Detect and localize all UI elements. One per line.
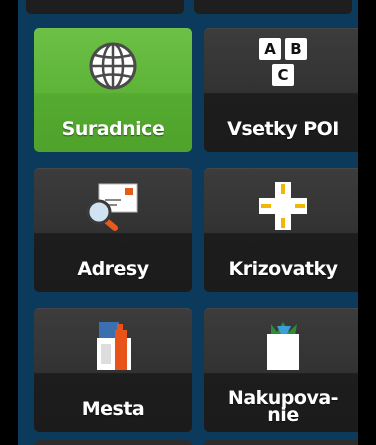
tile-partial-top-right[interactable] <box>194 0 352 14</box>
abc-blocks-icon: A B C <box>255 36 311 96</box>
tile-suradnice[interactable]: Suradnice <box>34 28 192 152</box>
crossroads-icon <box>259 182 307 230</box>
tile-label: Adresy <box>77 258 149 280</box>
tile-partial-top-left[interactable] <box>26 0 184 14</box>
tile-mesta[interactable]: Mesta <box>34 308 192 432</box>
envelope-magnifier-icon <box>86 183 138 231</box>
tile-label: Suradnice <box>61 118 165 140</box>
tile-krizovatky[interactable]: Krizovatky <box>204 168 358 292</box>
tile-label-line2: nie <box>267 404 299 426</box>
globe-icon <box>89 42 137 90</box>
tile-label: Vsetky POI <box>227 118 339 140</box>
tile-nakupovanie[interactable]: Nakupova- nie <box>204 308 358 432</box>
tile-label: Krizovatky <box>228 258 338 280</box>
shopping-bag-icon <box>267 322 299 370</box>
block-c: C <box>272 64 294 86</box>
tile-vsetky-poi[interactable]: A B C Vsetky POI <box>204 28 358 152</box>
block-b: B <box>285 38 307 60</box>
tile-partial-bottom-left[interactable] <box>34 440 192 445</box>
block-a: A <box>259 38 281 60</box>
tile-label: Nakupova- nie <box>208 389 358 426</box>
search-category-menu: Suradnice A B C Vsetky POI Adresy Krizov… <box>18 0 358 445</box>
tile-adresy[interactable]: Adresy <box>34 168 192 292</box>
tile-partial-bottom-right[interactable] <box>204 440 358 445</box>
city-buildings-icon <box>97 322 131 370</box>
tile-label: Mesta <box>81 398 145 420</box>
